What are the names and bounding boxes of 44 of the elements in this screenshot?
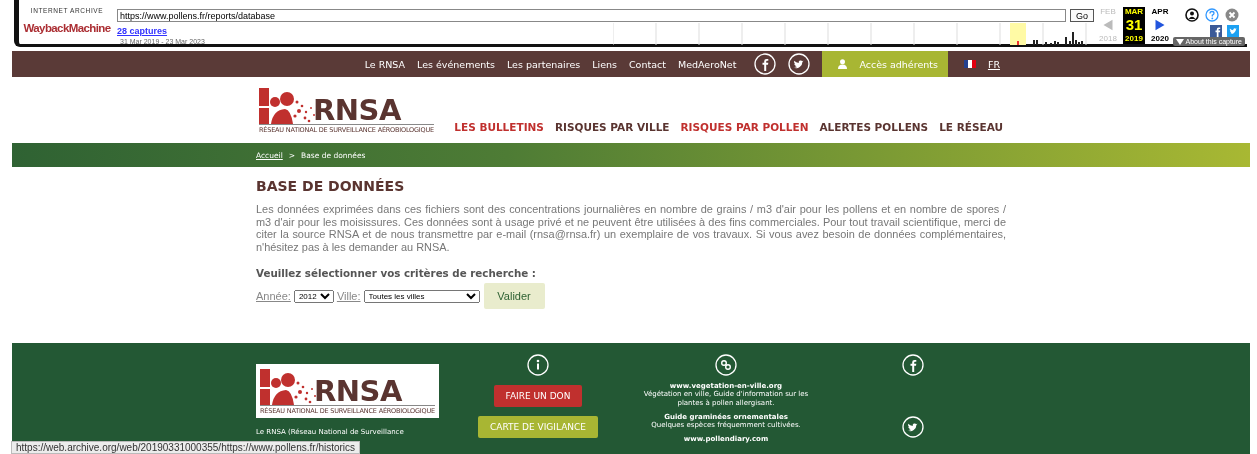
nav-link[interactable]: Liens [592, 58, 617, 70]
french-flag-icon [963, 60, 976, 68]
status-bar: https://web.archive.org/web/20190331000355/https://www.pollens.fr/historics [11, 441, 361, 454]
city-dropdown[interactable]: Toutes les villes [363, 289, 480, 303]
main-nav-link[interactable]: RISQUES PAR VILLE [554, 121, 670, 133]
facebook-icon[interactable] [754, 53, 777, 75]
month-link[interactable]: APR [1151, 7, 1169, 17]
main-nav-link[interactable]: RISQUES PAR POLLEN [680, 121, 809, 133]
wayback-logo[interactable]: WaybackMachine [23, 21, 111, 35]
nav-link[interactable]: Les partenaires [506, 58, 581, 70]
field-label: Année: [256, 290, 291, 302]
main-nav-link[interactable]: ALERTES POLLENS [819, 121, 929, 133]
nav-link[interactable]: MedAeroNet [677, 58, 737, 70]
main-nav-link[interactable]: LE RÉSEAU [939, 121, 1003, 133]
url-field[interactable]: https://www.pollens.fr/reports/database [117, 9, 1066, 22]
user-icon [838, 59, 848, 69]
user-icon[interactable] [1185, 8, 1199, 22]
nav-link[interactable]: Contact [628, 58, 666, 70]
info-icon[interactable] [527, 354, 549, 376]
field-label: Ville: [336, 290, 361, 302]
form-heading: Veuillez sélectionner vos critères de recherche : [256, 267, 537, 279]
twitter-icon[interactable] [788, 53, 811, 75]
day-number: 31 [1125, 17, 1143, 33]
nav-link[interactable]: Les événements [417, 58, 495, 70]
link-icon[interactable] [715, 354, 737, 376]
next-arrow-icon[interactable] [1153, 19, 1167, 31]
twitter-icon[interactable] [901, 416, 924, 438]
year-link[interactable]: 2020 [1151, 34, 1169, 44]
page-title: BASE DE DONNÉES [256, 178, 406, 194]
selected-capture-date[interactable]: MAR 31 2019 [1123, 7, 1145, 44]
donate-button[interactable]: FAIRE UN DON [493, 385, 583, 407]
help-icon[interactable] [1205, 8, 1219, 22]
facebook-icon[interactable] [901, 354, 924, 376]
description-text: Les données exprimées dans ces fichiers sont des concentrations journalières en nombre de grains / m3 d'air pour les pollens et en nombre de spores / m3 d'air pour les moisissures. Ces données sont à usage privé et ne peuvent être utilisées à des fins commerciales. Pour tout travail scientifique, merci de citer la source RNSA et de nous transmettre par e-mail (rnsa@rnsa.fr) un exemplaire de vos travaux. Si vous avez besoin de données complémentaires, n'hésitez pas à les demander au RNSA. [256, 203, 1006, 253]
captures-link[interactable]: 28 captures [117, 26, 205, 36]
nav-link[interactable]: Le RNSA [364, 58, 406, 70]
go-button[interactable]: Go [1070, 9, 1094, 22]
main-nav-link[interactable]: LES BULLETINS [454, 121, 544, 133]
year-dropdown[interactable]: 2012 [293, 289, 334, 303]
caret-icon [1175, 38, 1184, 45]
submit-button[interactable]: Valider [483, 283, 545, 309]
facebook-icon[interactable] [1210, 25, 1222, 37]
close-icon[interactable] [1225, 8, 1239, 22]
language-selector[interactable]: FR [947, 58, 1010, 70]
